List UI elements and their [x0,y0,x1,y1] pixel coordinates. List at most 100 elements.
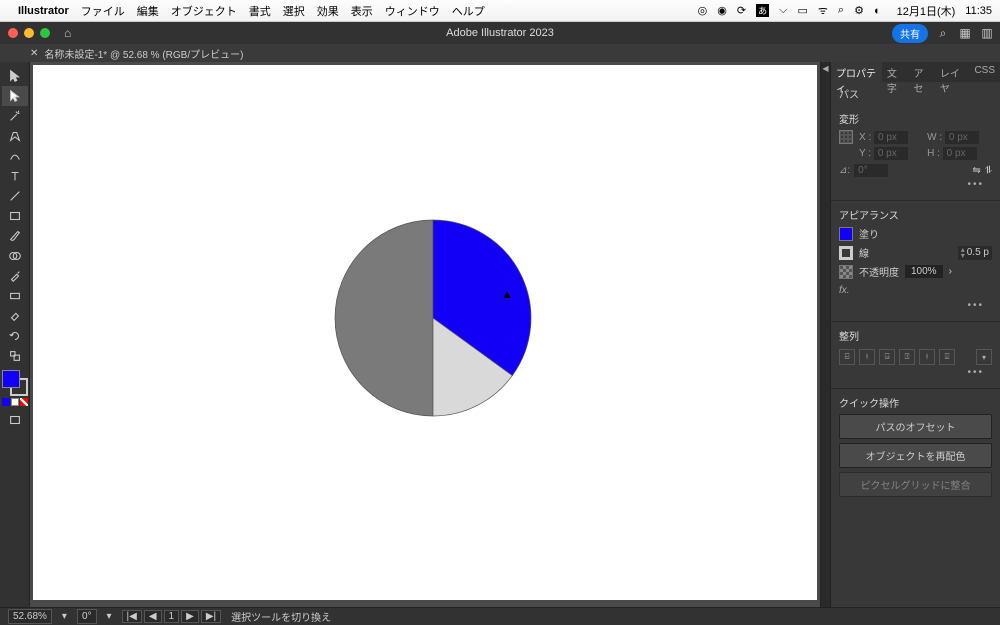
home-icon[interactable]: ⌂ [64,26,71,40]
menu-file[interactable]: ファイル [81,3,125,19]
flip-h-icon[interactable]: ⇋ [972,165,980,176]
opacity-chevron-icon[interactable]: › [949,266,952,277]
ime-icon[interactable]: あ [756,4,769,17]
scale-tool[interactable] [2,346,28,366]
selection-type-label: パス [831,82,1000,105]
y-value[interactable]: 0 px [874,147,908,160]
fill-stroke-swatches[interactable] [2,370,28,396]
arrange-icon[interactable]: ▦ [958,26,972,40]
x-value[interactable]: 0 px [874,131,908,144]
workspace-icon[interactable]: ▥ [980,26,994,40]
menubar-date[interactable]: 12月1日(木) [897,3,956,19]
document-tab[interactable]: ✕ 名称未設定-1* @ 52.68 % (RGB/プレビュー) [30,46,243,61]
screen-mode-tool[interactable] [2,410,28,430]
pie-slice[interactable] [335,220,433,416]
tab-assets[interactable]: アセ [908,62,934,82]
opacity-value[interactable]: 100% [905,265,943,278]
type-tool[interactable] [2,166,28,186]
close-window[interactable] [8,28,18,38]
rectangle-tool[interactable] [2,206,28,226]
align-bottom-icon[interactable]: ⍗ [939,349,955,365]
menu-view[interactable]: 表示 [351,3,373,19]
zoom-window[interactable] [40,28,50,38]
artboard-prev-icon[interactable]: ◀ [144,610,162,623]
close-tab-icon[interactable]: ✕ [30,48,38,59]
stroke-weight[interactable]: ▴▾0.5 p [958,246,992,260]
rotate-tool[interactable] [2,326,28,346]
magic-wand-tool[interactable] [2,106,28,126]
tab-css[interactable]: CSS [969,62,1000,82]
w-value[interactable]: 0 px [945,131,979,144]
paintbrush-tool[interactable] [2,226,28,246]
align-more-icon[interactable]: ••• [839,365,992,382]
stroke-color-swatch[interactable] [839,246,853,260]
flip-v-icon[interactable]: ⥮ [985,165,992,176]
reference-point[interactable] [839,130,853,144]
align-vcenter-icon[interactable]: ⍿ [919,349,935,365]
opacity-swatch[interactable] [839,265,853,279]
selection-tool[interactable] [2,66,28,86]
gradient-tool[interactable] [2,286,28,306]
menu-type[interactable]: 書式 [249,3,271,19]
line-tool[interactable] [2,186,28,206]
sync-icon[interactable]: ⟳ [737,4,746,17]
artboard-number[interactable]: 1 [164,610,180,623]
align-top-icon[interactable]: ⍐ [899,349,915,365]
align-hcenter-icon[interactable]: ⍿ [859,349,875,365]
siri-icon[interactable]: ◐ [874,5,881,17]
menu-edit[interactable]: 編集 [137,3,159,19]
search-icon[interactable]: ⌕ [838,4,844,17]
rotate-chevron-icon[interactable]: ▾ [107,611,112,622]
zoom-field[interactable]: 52.68% [8,609,52,624]
pie-chart[interactable] [333,218,533,418]
fill-color-swatch[interactable] [839,227,853,241]
color-mode-swatches[interactable] [2,398,28,406]
menu-effect[interactable]: 効果 [317,3,339,19]
eyedropper-tool[interactable] [2,266,28,286]
align-right-icon[interactable]: ⍈ [879,349,895,365]
status-bar: 52.68%▾ 0°▾ |◀ ◀ 1 ▶ ▶| 選択ツールを切り換え [0,607,1000,625]
app-name[interactable]: Illustrator [18,5,69,17]
menubar-time[interactable]: 11:35 [965,5,992,17]
artboard-last-icon[interactable]: ▶| [201,610,221,623]
line-icon[interactable]: ◉ [717,4,727,17]
pen-tool[interactable] [2,126,28,146]
align-to-icon[interactable]: ▾ [976,349,992,365]
battery-icon[interactable]: ▭ [797,4,807,17]
h-value[interactable]: 0 px [943,147,977,160]
tab-properties[interactable]: プロパティ [831,62,882,82]
menu-select[interactable]: 選択 [283,3,305,19]
menu-object[interactable]: オブジェクト [171,3,237,19]
eraser-tool[interactable] [2,306,28,326]
panel-collapse-toggle[interactable]: ◀ [820,62,830,607]
fx-label[interactable]: fx. [839,283,992,298]
tab-layers[interactable]: レイヤ [935,62,970,82]
canvas-area[interactable]: ▲ [30,62,820,607]
tab-character[interactable]: 文字 [882,62,909,82]
offset-path-button[interactable]: パスのオフセット [839,414,992,439]
pixel-grid-button[interactable]: ピクセルグリッドに整合 [839,472,992,497]
wifi-icon[interactable]: ᯤ [818,3,828,18]
minimize-window[interactable] [24,28,34,38]
cc-icon[interactable]: ◎ [698,4,708,17]
angle-value[interactable]: 0° [854,164,888,177]
artboard-next-icon[interactable]: ▶ [181,610,199,623]
appearance-more-icon[interactable]: ••• [839,298,992,315]
curvature-tool[interactable] [2,146,28,166]
align-left-icon[interactable]: ⍇ [839,349,855,365]
artboard[interactable]: ▲ [33,65,817,600]
bluetooth-icon[interactable]: ⌵ [779,4,787,17]
rotate-field[interactable]: 0° [77,609,97,624]
artboard-first-icon[interactable]: |◀ [122,610,142,623]
transform-more-icon[interactable]: ••• [839,177,992,194]
search-app-icon[interactable]: ⌕ [936,26,950,40]
control-center-icon[interactable]: ⚙ [854,4,864,17]
share-button[interactable]: 共有 [892,24,928,43]
fill-swatch[interactable] [2,370,20,388]
menu-window[interactable]: ウィンドウ [385,3,440,19]
shape-builder-tool[interactable] [2,246,28,266]
recolor-button[interactable]: オブジェクトを再配色 [839,443,992,468]
direct-selection-tool[interactable] [2,86,28,106]
menu-help[interactable]: ヘルプ [452,3,485,19]
zoom-chevron-icon[interactable]: ▾ [62,611,67,622]
